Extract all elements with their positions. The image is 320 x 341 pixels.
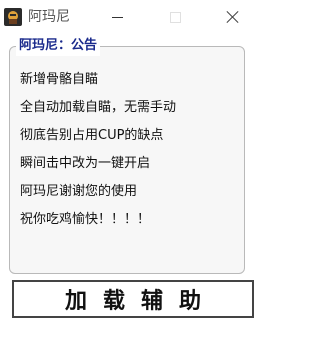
- close-icon: [226, 10, 240, 24]
- window-title: 阿玛尼: [28, 9, 70, 25]
- notice-line: 阿玛尼谢谢您的使用: [20, 184, 138, 199]
- close-button[interactable]: [210, 0, 256, 34]
- notice-line: 新增骨骼自瞄: [20, 72, 99, 87]
- app-logo-icon: [4, 8, 22, 26]
- minimize-button[interactable]: [94, 0, 140, 34]
- title-bar[interactable]: 阿玛尼: [0, 0, 262, 34]
- maximize-icon: [169, 11, 181, 23]
- load-assist-button[interactable]: 加载辅助: [12, 280, 254, 318]
- notice-line: 彻底告别占用CUP的缺点: [20, 128, 164, 143]
- notice-line: 瞬间击中改为一键开启: [20, 156, 151, 171]
- notice-group-title: 阿玛尼：公告: [16, 36, 101, 56]
- notice-line: 祝你吃鸡愉快！！！！: [20, 212, 151, 227]
- notice-list: 新增骨骼自瞄 全自动加载自瞄，无需手动 彻底告别占用CUP的缺点 瞬间击中改为一…: [20, 72, 176, 240]
- minimize-icon: [111, 16, 123, 18]
- notice-line: 全自动加载自瞄，无需手动: [20, 100, 177, 115]
- app-window: 阿玛尼 阿玛尼：公告 新增骨骼自瞄 全自动加载自瞄，无需手动 彻底告别占用CUP…: [0, 0, 262, 341]
- maximize-button[interactable]: [152, 0, 198, 34]
